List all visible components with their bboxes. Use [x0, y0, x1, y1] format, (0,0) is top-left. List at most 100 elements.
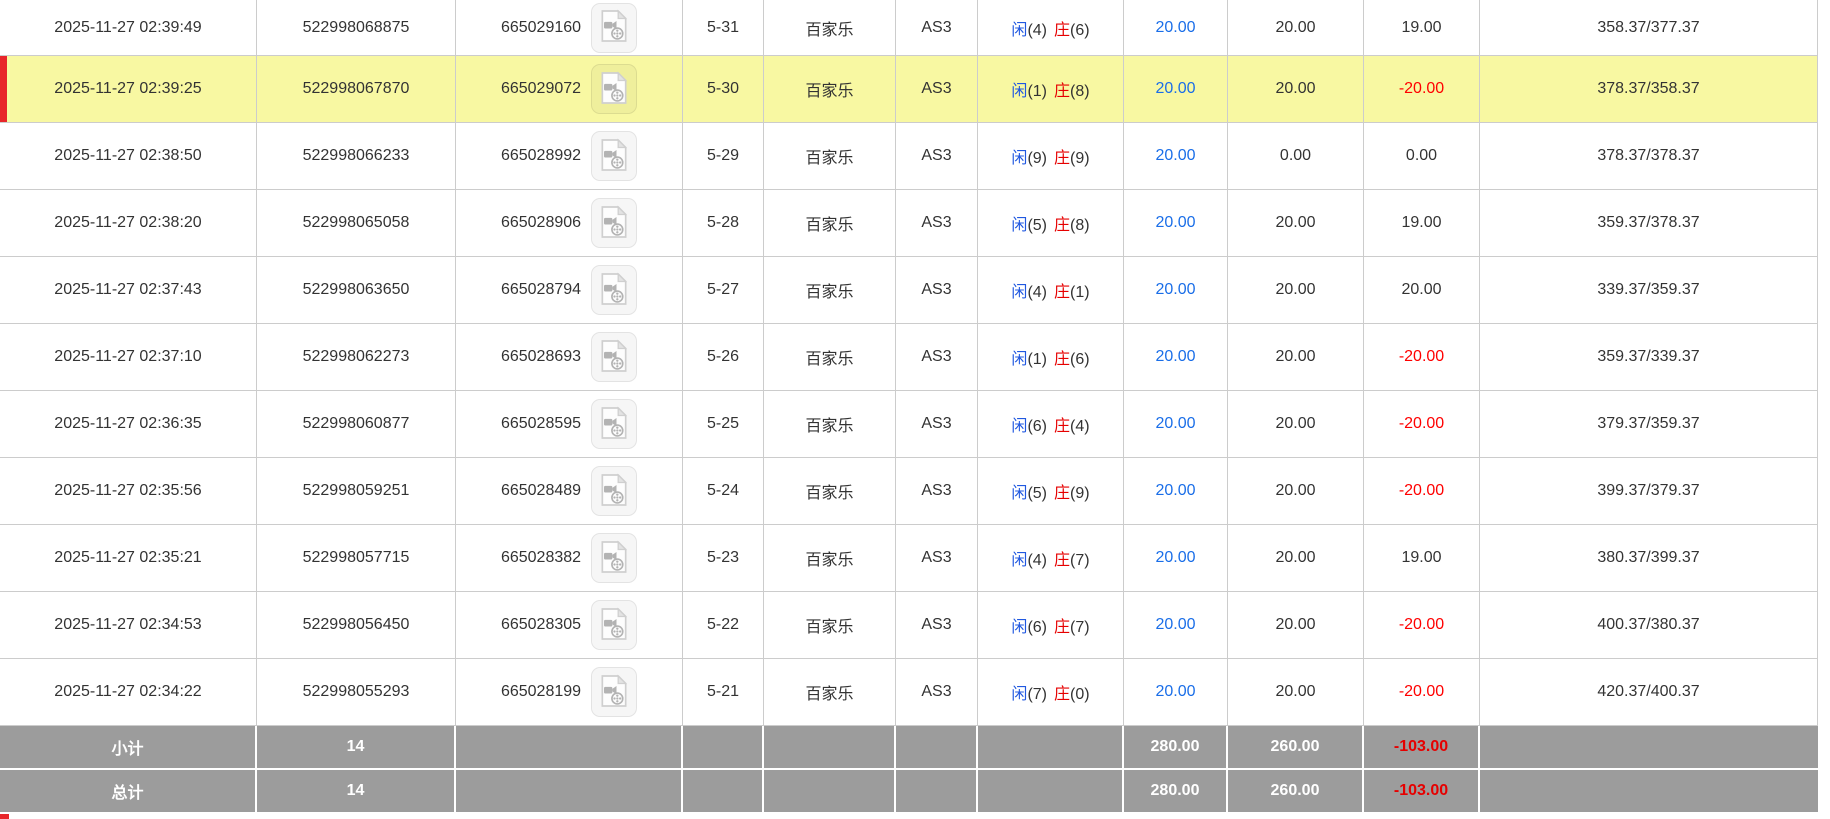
game-cell: 百家乐	[764, 190, 896, 257]
result-cell: 闲(7)庄(0)	[978, 659, 1124, 726]
balance-value: 420.37/400.37	[1597, 683, 1699, 700]
game-value: 百家乐	[805, 552, 853, 569]
round-id-value: 665028595	[501, 415, 581, 433]
round-id-value: 665028693	[501, 348, 581, 366]
video-icon[interactable]	[591, 533, 637, 583]
bet-amount-link[interactable]: 20.00	[1155, 415, 1195, 432]
game-value: 百家乐	[805, 485, 853, 502]
player-label: 闲	[1011, 418, 1027, 435]
video-icon[interactable]	[591, 466, 637, 516]
video-icon[interactable]	[591, 131, 637, 181]
video-icon[interactable]	[591, 265, 637, 315]
bet-amount-cell: 20.00	[1124, 123, 1228, 190]
winloss-value: 19.00	[1401, 549, 1441, 566]
valid-amount-value: 20.00	[1275, 348, 1315, 365]
table-value: AS3	[921, 616, 951, 633]
round-cell: 5-24	[683, 458, 764, 525]
round-id-cell: 665028595	[456, 391, 683, 458]
round-id-cell: 665028906	[456, 190, 683, 257]
round-value: 5-26	[707, 348, 739, 365]
table-row[interactable]: 2025-11-27 02:34:53 522998056450 6650283…	[0, 592, 1818, 659]
time-cell: 2025-11-27 02:39:49	[0, 0, 257, 56]
bet-id-cell: 522998062273	[257, 324, 456, 391]
table-cell: AS3	[896, 324, 978, 391]
winloss-cell: -20.00	[1364, 324, 1480, 391]
table-row[interactable]: 2025-11-27 02:37:43 522998063650 6650287…	[0, 257, 1818, 324]
bet-amount-link[interactable]: 20.00	[1155, 281, 1195, 298]
table-value: AS3	[921, 214, 951, 231]
game-value: 百家乐	[805, 351, 853, 368]
winloss-value: 19.00	[1401, 19, 1441, 36]
time-cell: 2025-11-27 02:37:43	[0, 257, 257, 324]
table-row[interactable]: 2025-11-27 02:35:56 522998059251 6650284…	[0, 458, 1818, 525]
valid-amount-value: 20.00	[1275, 415, 1315, 432]
player-score: (4)	[1027, 284, 1047, 301]
banker-score: (7)	[1070, 619, 1090, 636]
video-icon[interactable]	[591, 399, 637, 449]
table-cell: AS3	[896, 0, 978, 56]
round-cell: 5-31	[683, 0, 764, 56]
table-cell: AS3	[896, 391, 978, 458]
player-score: (4)	[1027, 552, 1047, 569]
game-value: 百家乐	[805, 22, 853, 39]
bet-amount-link[interactable]: 20.00	[1155, 147, 1195, 164]
table-value: AS3	[921, 80, 951, 97]
table-row[interactable]: 2025-11-27 02:38:50 522998066233 6650289…	[0, 123, 1818, 190]
round-value: 5-23	[707, 549, 739, 566]
table-row[interactable]: 2025-11-27 02:35:21 522998057715 6650283…	[0, 525, 1818, 592]
winloss-cell: -20.00	[1364, 391, 1480, 458]
video-icon[interactable]	[591, 600, 637, 650]
bet-amount-link[interactable]: 20.00	[1155, 214, 1195, 231]
bet-id-cell: 522998056450	[257, 592, 456, 659]
round-id-cell: 665028382	[456, 525, 683, 592]
table-row[interactable]: 2025-11-27 02:38:20 522998065058 6650289…	[0, 190, 1818, 257]
table-cell: AS3	[896, 123, 978, 190]
valid-amount-cell: 20.00	[1228, 0, 1364, 56]
table-row[interactable]: 2025-11-27 02:39:25 522998067870 6650290…	[0, 56, 1818, 123]
balance-value: 379.37/359.37	[1597, 415, 1699, 432]
banker-label: 庄	[1054, 83, 1070, 100]
banker-score: (6)	[1070, 351, 1090, 368]
bet-amount-cell: 20.00	[1124, 525, 1228, 592]
table-cell: AS3	[896, 257, 978, 324]
player-label: 闲	[1011, 552, 1027, 569]
balance-cell: 339.37/359.37	[1480, 257, 1818, 324]
winloss-value: -20.00	[1399, 80, 1444, 97]
balance-value: 358.37/377.37	[1597, 19, 1699, 36]
bet-amount-link[interactable]: 20.00	[1155, 348, 1195, 365]
bet-amount-link[interactable]: 20.00	[1155, 616, 1195, 633]
subtotal-valid: 260.00	[1228, 726, 1364, 770]
table-value: AS3	[921, 683, 951, 700]
player-label: 闲	[1011, 619, 1027, 636]
video-icon[interactable]	[591, 3, 637, 53]
time-value: 2025-11-27 02:38:50	[54, 147, 201, 164]
banker-score: (9)	[1070, 485, 1090, 502]
round-id-value: 665028199	[501, 683, 581, 701]
game-value: 百家乐	[805, 686, 853, 703]
table-row[interactable]: 2025-11-27 02:36:35 522998060877 6650285…	[0, 391, 1818, 458]
winloss-value: -20.00	[1399, 616, 1444, 633]
video-icon[interactable]	[591, 198, 637, 248]
time-value: 2025-11-27 02:37:43	[54, 281, 201, 298]
bet-amount-link[interactable]: 20.00	[1155, 482, 1195, 499]
bet-amount-link[interactable]: 20.00	[1155, 549, 1195, 566]
table-row[interactable]: 2025-11-27 02:39:49 522998068875 6650291…	[0, 0, 1818, 56]
table-row[interactable]: 2025-11-27 02:37:10 522998062273 6650286…	[0, 324, 1818, 391]
video-icon[interactable]	[591, 667, 637, 717]
time-value: 2025-11-27 02:37:10	[54, 348, 201, 365]
empty-cell	[683, 726, 764, 770]
bet-amount-cell: 20.00	[1124, 0, 1228, 56]
bet-id-value: 522998055293	[303, 683, 410, 700]
empty-cell	[764, 726, 896, 770]
bet-amount-link[interactable]: 20.00	[1155, 80, 1195, 97]
video-icon[interactable]	[591, 64, 637, 114]
result-cell: 闲(5)庄(8)	[978, 190, 1124, 257]
bet-amount-link[interactable]: 20.00	[1155, 19, 1195, 36]
bet-id-value: 522998068875	[303, 19, 410, 36]
game-value: 百家乐	[805, 83, 853, 100]
table-row[interactable]: 2025-11-27 02:34:22 522998055293 6650281…	[0, 659, 1818, 726]
video-icon[interactable]	[591, 332, 637, 382]
bet-amount-link[interactable]: 20.00	[1155, 683, 1195, 700]
result-cell: 闲(4)庄(1)	[978, 257, 1124, 324]
table-value: AS3	[921, 415, 951, 432]
